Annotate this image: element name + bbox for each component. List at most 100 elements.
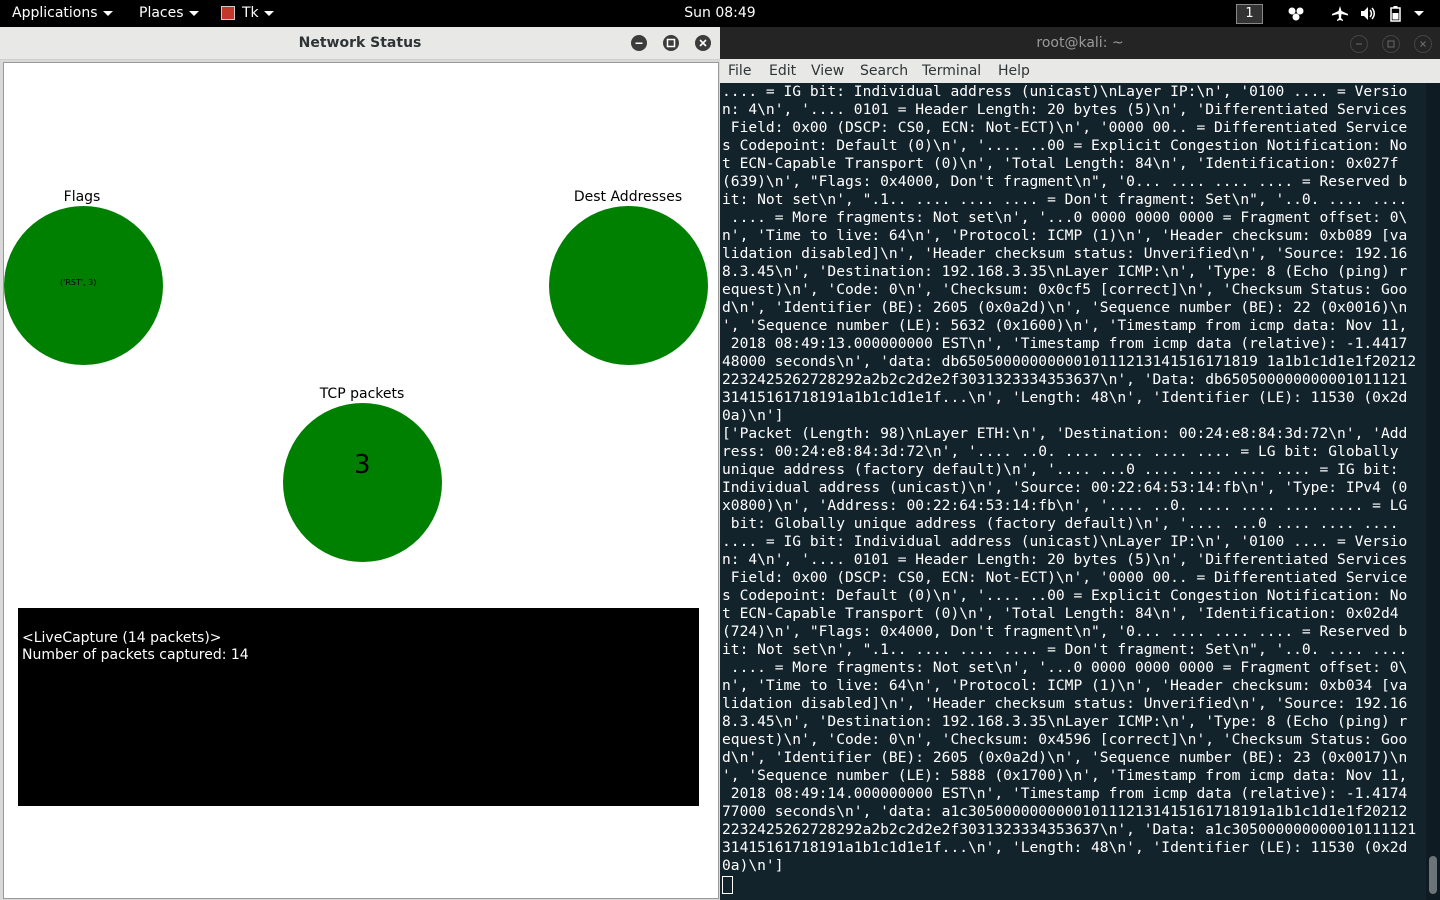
menu-edit[interactable]: Edit — [769, 59, 796, 83]
flags-value: ('RST', 3) — [60, 278, 97, 287]
terminal-line: ', 'Sequence number (LE): 5888 (0x1700)\… — [722, 767, 1408, 784]
terminal-scrollbar[interactable] — [1426, 83, 1440, 900]
applications-menu[interactable]: Applications — [12, 0, 113, 27]
terminal-title: root@kali: ~ — [1036, 35, 1124, 51]
terminal-line: n: 4\n', '.... 0101 = Header Length: 20 … — [722, 101, 1408, 118]
terminal-line: 2232425262728292a2b2c2d2e2f3031323334353… — [722, 821, 1417, 838]
tcp-packets-label: TCP packets — [319, 386, 405, 402]
places-label: Places — [139, 5, 184, 21]
network-canvas: Flags ('RST', 3) Dest Addresses TCP pack… — [3, 62, 719, 899]
minimize-icon — [1356, 43, 1362, 45]
terminal-line: it: Not set\n', ".1.. .... .... .... = D… — [722, 641, 1408, 658]
window-titlebar[interactable]: Network Status — [0, 27, 720, 60]
menu-terminal[interactable]: Terminal — [922, 59, 981, 83]
close-icon — [1420, 41, 1426, 47]
terminal-line: x0800)\n', 'Address: 00:22:64:53:14:fb\n… — [722, 497, 1408, 514]
workspace-switcher-icon[interactable] — [1286, 5, 1306, 22]
terminal-line: 2018 08:49:14.000000000 EST\n', 'Timesta… — [722, 785, 1408, 802]
terminal-line: 8.3.45\n', 'Destination: 192.168.3.35\nL… — [722, 263, 1408, 280]
airplane-mode-icon[interactable] — [1331, 5, 1349, 22]
maximize-button[interactable] — [663, 35, 679, 51]
terminal-line: equest)\n', 'Code: 0\n', 'Checksum: 0x45… — [722, 731, 1408, 748]
chevron-down-icon — [102, 10, 113, 16]
terminal-output[interactable]: .... = IG bit: Individual address (unica… — [722, 83, 1426, 897]
maximize-icon — [1387, 40, 1395, 48]
window-title: Network Status — [298, 35, 422, 51]
close-button[interactable] — [695, 35, 711, 51]
terminal-line: n: 4\n', '.... 0101 = Header Length: 20 … — [722, 551, 1408, 568]
terminal-line: .... = IG bit: Individual address (unica… — [722, 533, 1408, 550]
terminal-line: t ECN-Capable Transport (0)\n', 'Total L… — [722, 605, 1399, 622]
menu-file[interactable]: File — [728, 59, 751, 83]
terminal-line: t ECN-Capable Transport (0)\n', 'Total L… — [722, 155, 1399, 172]
scrollbar-thumb[interactable] — [1429, 856, 1437, 894]
terminal-line: 8.3.45\n', 'Destination: 192.168.3.35\nL… — [722, 713, 1408, 730]
terminal-line: .... = More fragments: Not set\n', '...0… — [722, 659, 1408, 676]
dest-addresses-label: Dest Addresses — [573, 189, 683, 205]
terminal-line: .... = More fragments: Not set\n', '...0… — [722, 209, 1408, 226]
terminal-line: 2232425262728292a2b2c2d2e2f3031323334353… — [722, 371, 1408, 388]
text-cursor — [722, 876, 733, 894]
terminal-line: .... = IG bit: Individual address (unica… — [722, 83, 1408, 100]
battery-icon[interactable] — [1388, 5, 1404, 22]
tk-app-menu[interactable]: Tk — [221, 0, 274, 27]
terminal-prompt-line[interactable] — [722, 875, 1426, 894]
terminal-line: s Codepoint: Default (0)\n', '.... ..00 … — [722, 137, 1408, 154]
terminal-line: d\n', 'Identifier (BE): 2605 (0x0a2d)\n'… — [722, 749, 1408, 766]
terminal-line: bit: Globally unique address (factory de… — [722, 515, 1399, 532]
volume-icon[interactable] — [1359, 5, 1377, 22]
terminal-line: Individual address (unicast)\n', 'Source… — [722, 479, 1408, 496]
places-menu[interactable]: Places — [139, 0, 199, 27]
terminal-line: 31415161718191a1b1c1d1e1f...\n', 'Length… — [722, 839, 1408, 856]
tk-label: Tk — [242, 5, 259, 21]
maximize-icon — [666, 38, 676, 48]
chevron-down-icon — [188, 10, 199, 16]
tk-app-icon — [221, 6, 235, 20]
menu-search[interactable]: Search — [860, 59, 908, 83]
terminal-maximize-button[interactable] — [1382, 35, 1400, 53]
terminal-line: it: Not set\n', ".1.. .... .... .... = D… — [722, 191, 1408, 208]
terminal-line: 0a)\n'] — [722, 857, 784, 874]
terminal-line: (639)\n', "Flags: 0x4000, Don't fragment… — [722, 173, 1408, 190]
terminal-line: ress: 00:24:e8:84:3d:72\n', '.... ..0. .… — [722, 443, 1399, 460]
terminal-menubar: File Edit View Search Terminal Help — [720, 59, 1440, 83]
menu-view[interactable]: View — [811, 59, 844, 83]
terminal-line: (724)\n', "Flags: 0x4000, Don't fragment… — [722, 623, 1408, 640]
terminal-line: n', 'Time to live: 64\n', 'Protocol: ICM… — [722, 227, 1408, 244]
terminal-line: Field: 0x00 (DSCP: CS0, ECN: Not-ECT)\n'… — [722, 569, 1408, 586]
tcp-packets-node — [283, 403, 442, 562]
terminal-close-button[interactable] — [1414, 35, 1432, 53]
terminal-line: n', 'Time to live: 64\n', 'Protocol: ICM… — [722, 677, 1408, 694]
terminal-line: Field: 0x00 (DSCP: CS0, ECN: Not-ECT)\n'… — [722, 119, 1408, 136]
terminal-line: ['Packet (Length: 98)\nLayer ETH:\n', 'D… — [722, 425, 1408, 442]
system-menu-caret-icon[interactable] — [1414, 5, 1424, 22]
terminal-line: ', 'Sequence number (LE): 5632 (0x1600)\… — [722, 317, 1408, 334]
terminal-line: 77000 seconds\n', 'data: a1c305000000000… — [722, 803, 1408, 820]
capture-summary: <LiveCapture (14 packets)> — [22, 630, 222, 646]
close-icon — [699, 39, 707, 47]
terminal-line: 0a)\n'] — [722, 407, 784, 424]
menu-help[interactable]: Help — [998, 59, 1030, 83]
terminal-line: equest)\n', 'Code: 0\n', 'Checksum: 0x0c… — [722, 281, 1408, 298]
applications-label: Applications — [12, 5, 98, 21]
terminal-line: unique address (factory default)\n', '..… — [722, 461, 1399, 478]
terminal-line: d\n', 'Identifier (BE): 2605 (0x0a2d)\n'… — [722, 299, 1408, 316]
terminal-line: 31415161718191a1b1c1d1e1f...\n', 'Length… — [722, 389, 1408, 406]
dest-addresses-node — [549, 206, 708, 365]
workspace-indicator[interactable]: 1 — [1236, 4, 1263, 24]
capture-output: <LiveCapture (14 packets)> Number of pac… — [18, 608, 699, 806]
terminal-line: 2018 08:49:13.000000000 EST\n', 'Timesta… — [722, 335, 1408, 352]
terminal-line: 48000 seconds\n', 'data: db6505000000000… — [722, 353, 1417, 370]
chevron-down-icon — [263, 10, 274, 16]
terminal-line: lidation disabled]\n', 'Header checksum … — [722, 245, 1408, 262]
terminal-minimize-button[interactable] — [1350, 35, 1368, 53]
tcp-packets-value: 3 — [354, 450, 371, 480]
terminal-titlebar[interactable]: root@kali: ~ — [720, 27, 1440, 59]
terminal-line: s Codepoint: Default (0)\n', '.... ..00 … — [722, 587, 1408, 604]
packet-count: Number of packets captured: 14 — [22, 647, 249, 663]
terminal-line: lidation disabled]\n', 'Header checksum … — [722, 695, 1408, 712]
clock[interactable]: Sun 08:49 — [0, 0, 1440, 27]
minimize-button[interactable] — [631, 35, 647, 51]
network-status-window: Network Status Flags ('RST', 3) Dest Add… — [0, 27, 720, 900]
top-panel: Applications Places Tk Sun 08:49 1 — [0, 0, 1440, 27]
